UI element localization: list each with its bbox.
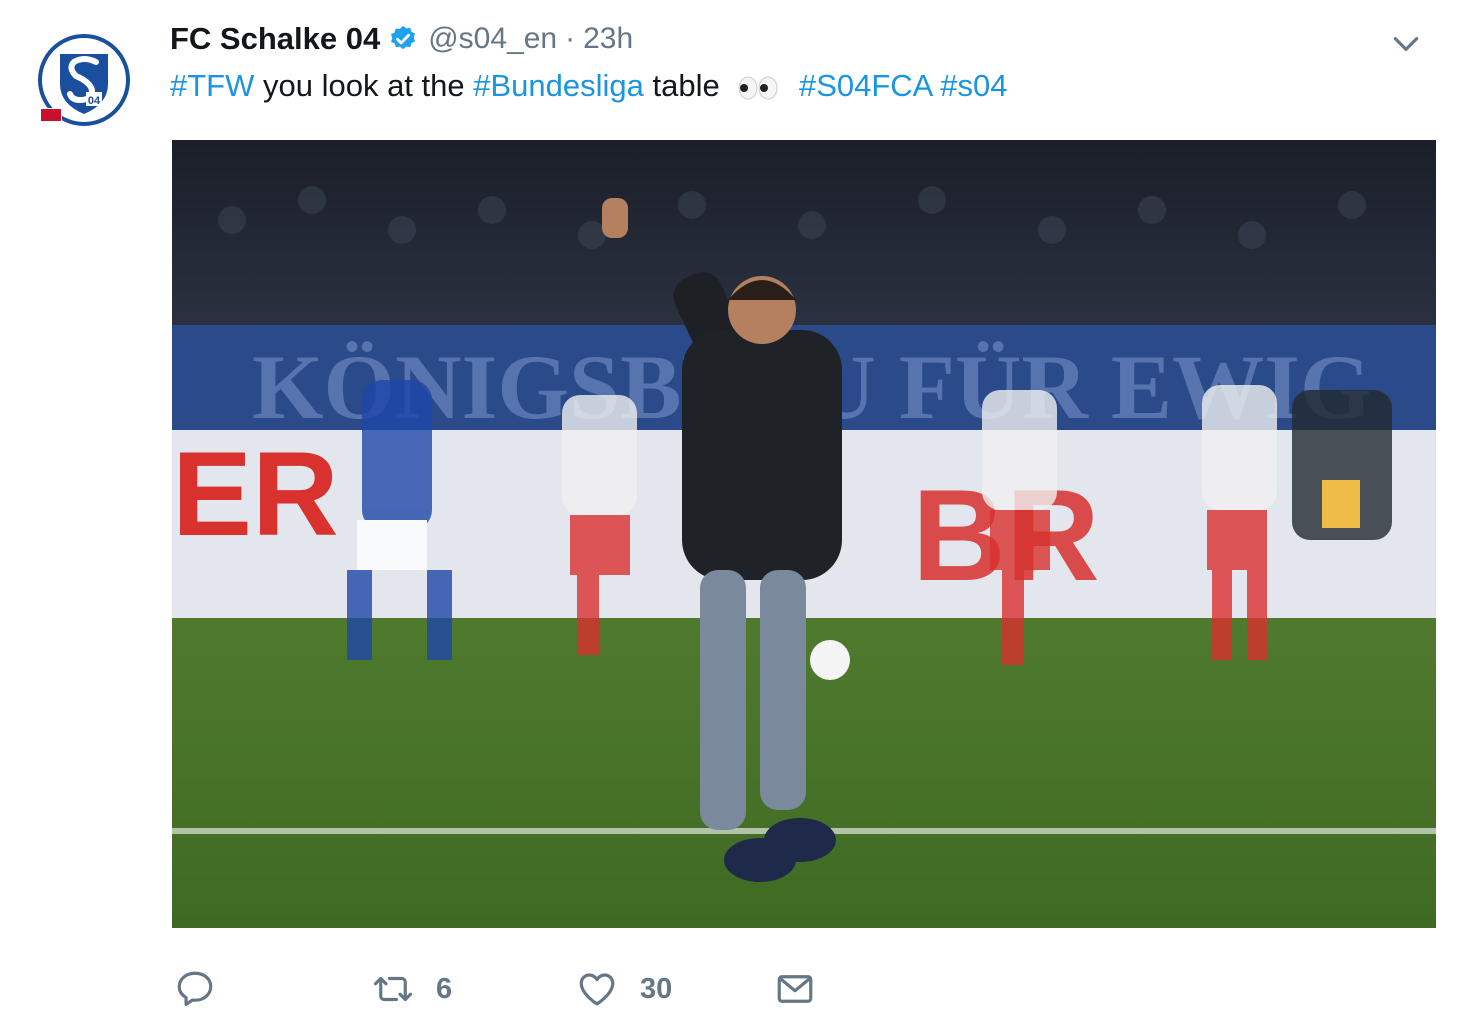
retweet-count: 6 <box>436 972 453 1005</box>
uk-flag-icon <box>40 108 62 122</box>
tweet-text: #TFW you look at the #Bundesliga table #… <box>170 68 1008 104</box>
retweet-button[interactable]: 6 <box>372 958 452 1020</box>
chevron-down-icon[interactable] <box>1390 28 1422 60</box>
handle[interactable]: @s04_en <box>428 22 557 56</box>
retweet-icon <box>373 976 413 1002</box>
separator: · <box>565 22 576 55</box>
timestamp[interactable]: 23h <box>583 22 633 56</box>
tweet-photo[interactable]: KÖNIGSBLAU FÜR EWIG ER BR <box>172 140 1436 928</box>
ad-text-left: ER <box>172 427 339 561</box>
tweet-text-segment: table <box>643 68 729 103</box>
hashtag-s04fca[interactable]: #S04FCA <box>790 68 932 103</box>
tweet-header: FC Schalke 04 @s04_en · 23h <box>170 18 633 60</box>
display-name[interactable]: FC Schalke 04 <box>170 21 380 57</box>
direct-message-button[interactable] <box>774 958 816 1020</box>
tweet-actions: 6 30 <box>172 958 872 1020</box>
like-button[interactable]: 30 <box>576 958 672 1020</box>
hashtag-s04[interactable]: #s04 <box>932 68 1007 103</box>
hashtag-tfw[interactable]: #TFW <box>170 68 254 103</box>
coach-celebration-image: KÖNIGSBLAU FÜR EWIG ER BR <box>172 140 1436 928</box>
hashtag-bundesliga[interactable]: #Bundesliga <box>473 68 644 103</box>
verified-badge-icon <box>391 25 416 50</box>
reply-icon <box>177 971 213 1006</box>
tweet-text-segment: you look at the <box>254 68 474 103</box>
reply-button[interactable] <box>174 958 216 1020</box>
eyes-emoji-icon <box>738 76 778 100</box>
like-count: 30 <box>640 972 673 1005</box>
envelope-icon <box>777 975 813 1003</box>
heart-icon <box>579 973 615 1006</box>
svg-text:04: 04 <box>88 95 101 107</box>
